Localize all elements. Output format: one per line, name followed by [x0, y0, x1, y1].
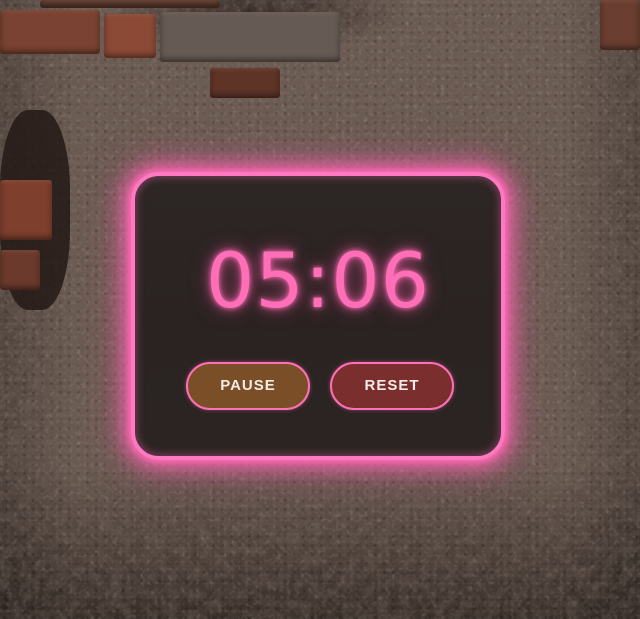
timer-display: 05:06 [205, 236, 431, 325]
brick [40, 0, 220, 8]
brick [0, 180, 52, 240]
brick [0, 10, 100, 54]
pause-button[interactable]: PAUSE [186, 362, 310, 410]
reset-button[interactable]: RESET [330, 362, 454, 410]
brick [104, 14, 156, 58]
brick [600, 0, 640, 50]
timer-panel: 05:06 PAUSE RESET [131, 172, 505, 460]
brick [160, 12, 340, 62]
brick [0, 250, 40, 290]
brick [210, 68, 280, 98]
